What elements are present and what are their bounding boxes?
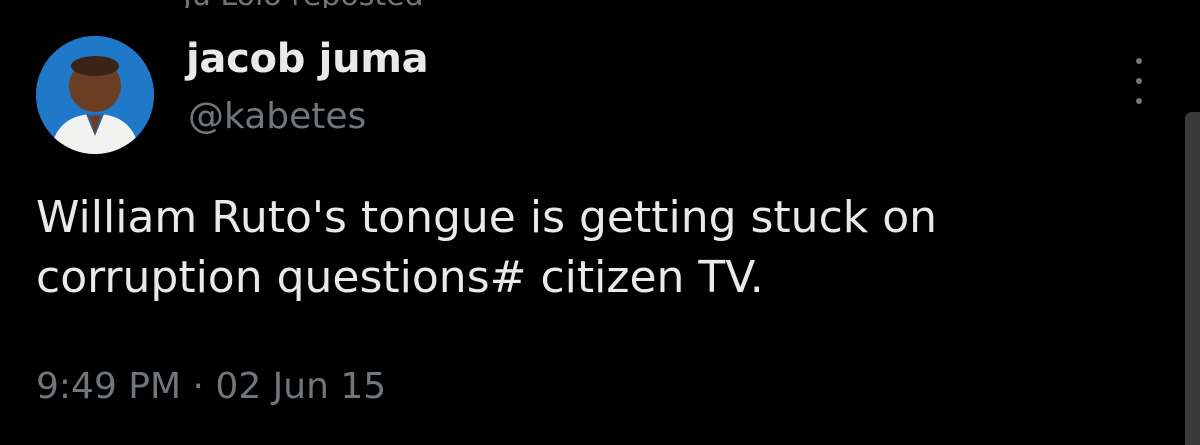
more-vertical-icon xyxy=(1136,98,1142,104)
tweet-date: 02 Jun 15 xyxy=(215,366,387,407)
display-name[interactable]: jacob juma xyxy=(186,36,429,82)
scrollbar[interactable] xyxy=(1185,112,1200,445)
profile-photo-icon xyxy=(36,36,154,154)
more-vertical-icon xyxy=(1136,78,1142,84)
more-vertical-icon xyxy=(1136,58,1142,64)
repost-indicator: Ju Lolo reposted xyxy=(183,0,424,8)
tweet-timestamp[interactable]: 9:49 PM · 02 Jun 15 xyxy=(36,366,386,407)
tweet-text: William Ruto's tongue is getting stuck o… xyxy=(36,192,938,303)
tweet-time: 9:49 PM xyxy=(36,366,182,407)
avatar[interactable] xyxy=(36,36,154,154)
more-options-button[interactable] xyxy=(1124,58,1154,104)
timestamp-separator: · xyxy=(192,366,204,407)
user-handle[interactable]: @kabetes xyxy=(188,96,366,137)
